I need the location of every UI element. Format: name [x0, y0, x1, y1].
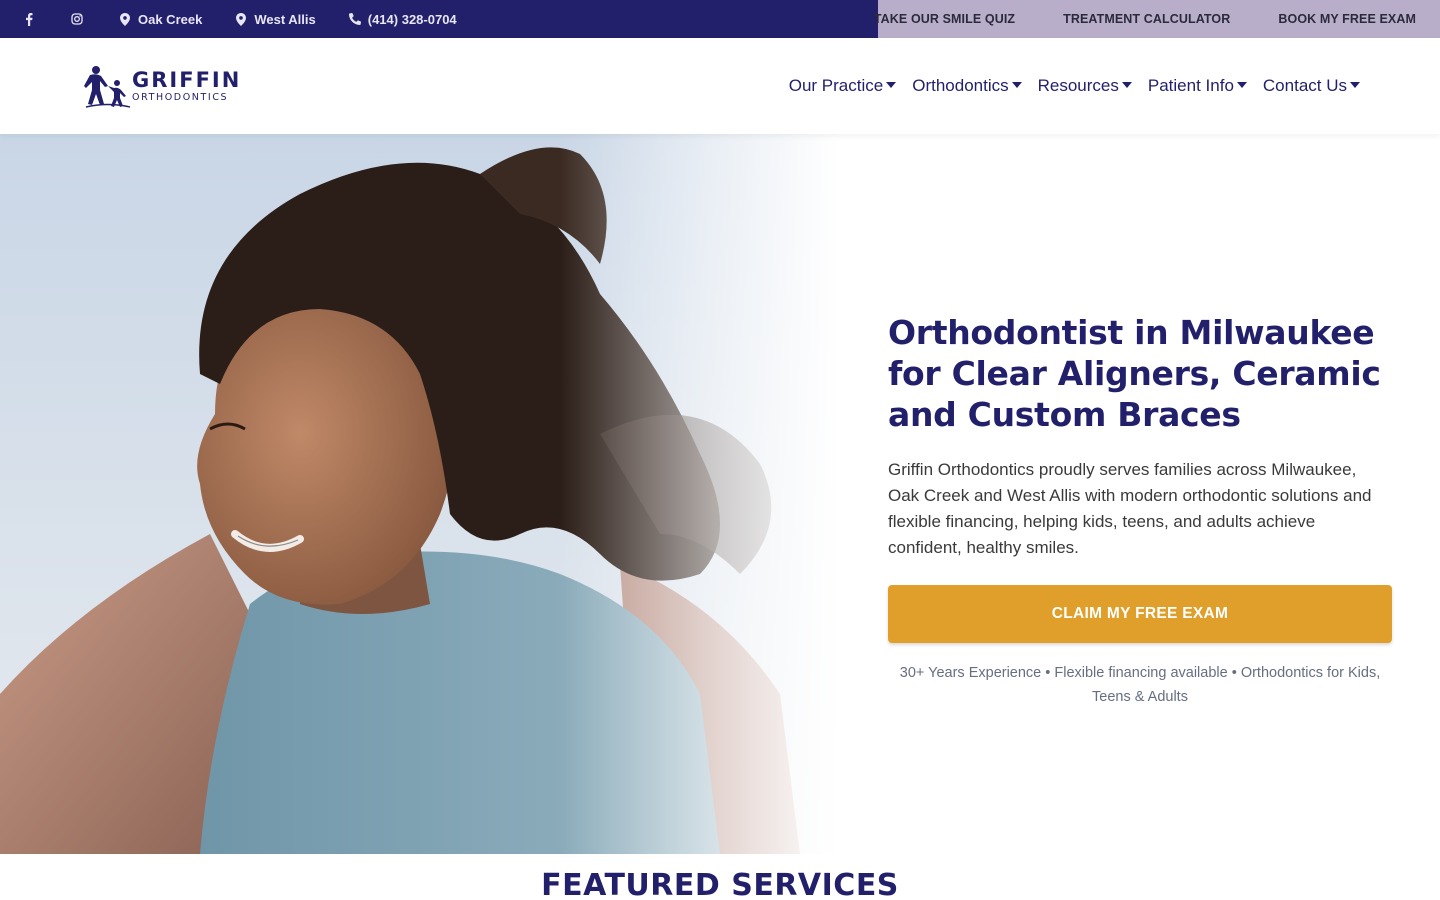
hero-photo: [0, 134, 840, 854]
nav-patient-info[interactable]: Patient Info: [1148, 76, 1247, 96]
hero-description: Griffin Orthodontics proudly serves fami…: [888, 460, 1372, 557]
facebook-icon: [22, 12, 36, 26]
nav-label: Orthodontics: [912, 76, 1009, 95]
logo-name: GRIFFIN: [132, 67, 242, 92]
top-bar-contact: Oak Creek West Allis (414) 328-0704: [0, 0, 878, 38]
caret-down-icon: [1236, 82, 1247, 88]
facebook-link[interactable]: [22, 12, 42, 26]
family-logo-icon: [84, 66, 131, 108]
book-free-exam-link[interactable]: BOOK MY FREE EXAM: [1278, 12, 1416, 26]
map-pin-icon: [118, 12, 132, 26]
phone-number: (414) 328-0704: [367, 11, 457, 27]
nav-label: Patient Info: [1147, 76, 1234, 95]
map-pin-icon: [234, 12, 248, 26]
site-header: GRIFFIN ORTHODONTICS Our Practice Orthod…: [0, 38, 1440, 134]
phone-link[interactable]: (414) 328-0704: [348, 12, 457, 27]
top-bar-ctas: TAKE OUR SMILE QUIZ TREATMENT CALCULATOR…: [874, 0, 1440, 38]
griffin-logo[interactable]: GRIFFIN ORTHODONTICS: [84, 64, 241, 108]
nav-resources[interactable]: Resources: [1038, 76, 1132, 96]
phone-icon: [348, 12, 362, 26]
logo-subtitle: ORTHODONTICS: [132, 91, 229, 103]
instagram-icon: [70, 12, 84, 26]
caret-down-icon: [1350, 82, 1360, 88]
hero-benefits-note: 30+ Years Experience • Flexible financin…: [899, 665, 1381, 705]
nav-contact-us[interactable]: Contact Us: [1263, 76, 1360, 96]
caret-down-icon: [1011, 82, 1022, 88]
nav-our-practice[interactable]: Our Practice: [788, 76, 897, 96]
location-label: Oak Creek: [138, 11, 203, 27]
top-utility-bar: Oak Creek West Allis (414) 328-0704 TAKE…: [0, 0, 1440, 38]
hero-content: Orthodontist in Milwaukee for Clear Alig…: [888, 312, 1392, 709]
main-nav: Our Practice Orthodontics Resources Pati…: [773, 38, 1360, 134]
claim-free-exam-button[interactable]: CLAIM MY FREE EXAM: [888, 585, 1392, 643]
nav-orthodontics[interactable]: Orthodontics: [912, 76, 1022, 96]
location-oak-creek[interactable]: Oak Creek: [118, 12, 202, 27]
caret-down-icon: [886, 82, 897, 88]
nav-label: Our Practice: [788, 76, 884, 95]
featured-services-heading: FEATURED SERVICES: [541, 868, 899, 900]
hero-section: Orthodontist in Milwaukee for Clear Alig…: [0, 134, 1440, 854]
treatment-calculator-link[interactable]: TREATMENT CALCULATOR: [1063, 12, 1230, 26]
instagram-link[interactable]: [70, 12, 90, 26]
logo-wordmark: GRIFFIN ORTHODONTICS: [132, 67, 242, 103]
caret-down-icon: [1121, 82, 1132, 88]
hero-title: Orthodontist in Milwaukee for Clear Alig…: [888, 313, 1381, 434]
hero-photo-fade: [560, 134, 840, 854]
nav-label: Resources: [1037, 76, 1119, 95]
location-label: West Allis: [254, 11, 316, 27]
location-west-allis[interactable]: West Allis: [234, 11, 316, 27]
nav-label: Contact Us: [1262, 76, 1347, 95]
smile-quiz-link[interactable]: TAKE OUR SMILE QUIZ: [874, 12, 1015, 26]
